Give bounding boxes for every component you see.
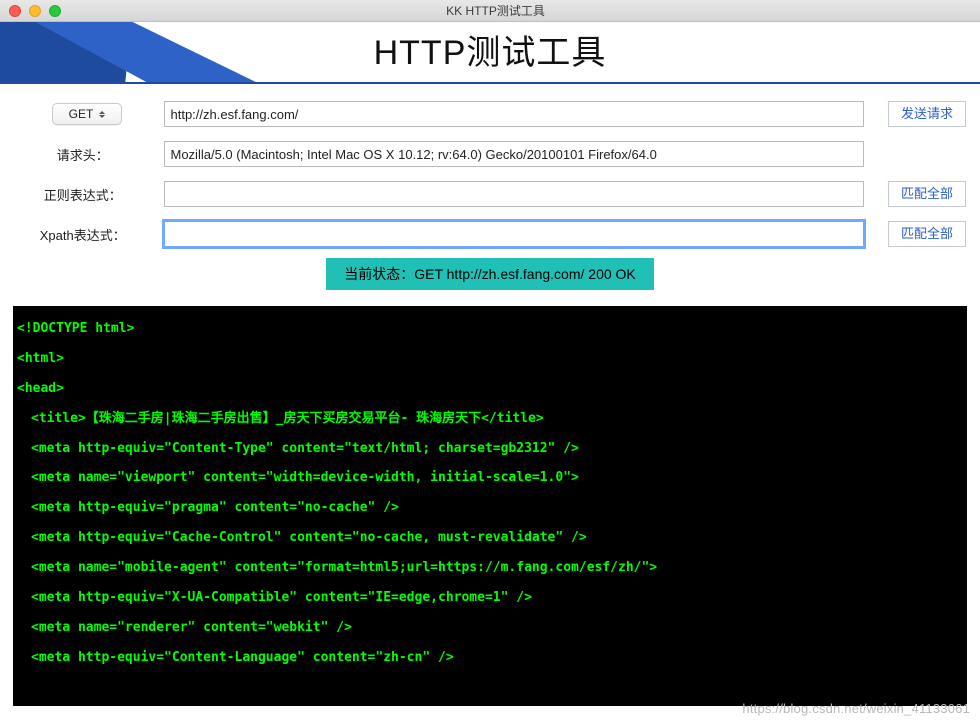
http-method-select[interactable]: GET xyxy=(52,103,122,125)
output-line: <meta http-equiv="Content-Type" content=… xyxy=(17,434,963,464)
window-title: KK HTTP测试工具 xyxy=(61,2,980,19)
minimize-icon[interactable] xyxy=(29,5,41,17)
regex-label: 正则表达式： xyxy=(14,185,152,204)
output-line: <meta http-equiv="Content-Language" cont… xyxy=(17,643,963,673)
banner-shape-icon xyxy=(0,22,260,84)
response-output[interactable]: <!DOCTYPE html><html><head><title>【珠海二手房… xyxy=(13,306,967,706)
xpath-input[interactable] xyxy=(164,221,864,247)
output-line: <head> xyxy=(17,374,963,404)
send-request-button[interactable]: 发送请求 xyxy=(888,101,966,127)
status-badge: 当前状态：GET http://zh.esf.fang.com/ 200 OK xyxy=(326,258,654,290)
traffic-lights xyxy=(0,5,61,17)
regex-input[interactable] xyxy=(164,181,864,207)
output-line: <meta name="viewport" content="width=dev… xyxy=(17,463,963,493)
output-line: <meta http-equiv="Cache-Control" content… xyxy=(17,523,963,553)
output-line: <!DOCTYPE html> xyxy=(17,314,963,344)
select-caret-icon xyxy=(99,111,105,118)
form-area: GET 发送请求 请求头： 正则表达式： 匹配全部 Xpath表达式： xyxy=(0,84,980,306)
close-icon[interactable] xyxy=(9,5,21,17)
output-line: <meta http-equiv="pragma" content="no-ca… xyxy=(17,493,963,523)
xpath-match-all-button[interactable]: 匹配全部 xyxy=(888,221,966,247)
output-line: <title>【珠海二手房|珠海二手房出售】_房天下买房交易平台- 珠海房天下<… xyxy=(17,404,963,434)
xpath-label: Xpath表达式： xyxy=(14,225,152,244)
zoom-icon[interactable] xyxy=(49,5,61,17)
url-input[interactable] xyxy=(164,101,864,127)
output-line: <meta http-equiv="X-UA-Compatible" conte… xyxy=(17,583,963,613)
output-line: <html> xyxy=(17,344,963,374)
output-line: <meta name="mobile-agent" content="forma… xyxy=(17,553,963,583)
http-method-value: GET xyxy=(69,107,94,121)
banner: HTTP测试工具 xyxy=(0,22,980,84)
headers-input[interactable] xyxy=(164,141,864,167)
window-titlebar: KK HTTP测试工具 xyxy=(0,0,980,22)
regex-match-all-button[interactable]: 匹配全部 xyxy=(888,181,966,207)
watermark: https://blog.csdn.net/weixin_41133061 xyxy=(742,701,970,716)
output-line: <meta name="renderer" content="webkit" /… xyxy=(17,613,963,643)
headers-label: 请求头： xyxy=(14,145,152,164)
